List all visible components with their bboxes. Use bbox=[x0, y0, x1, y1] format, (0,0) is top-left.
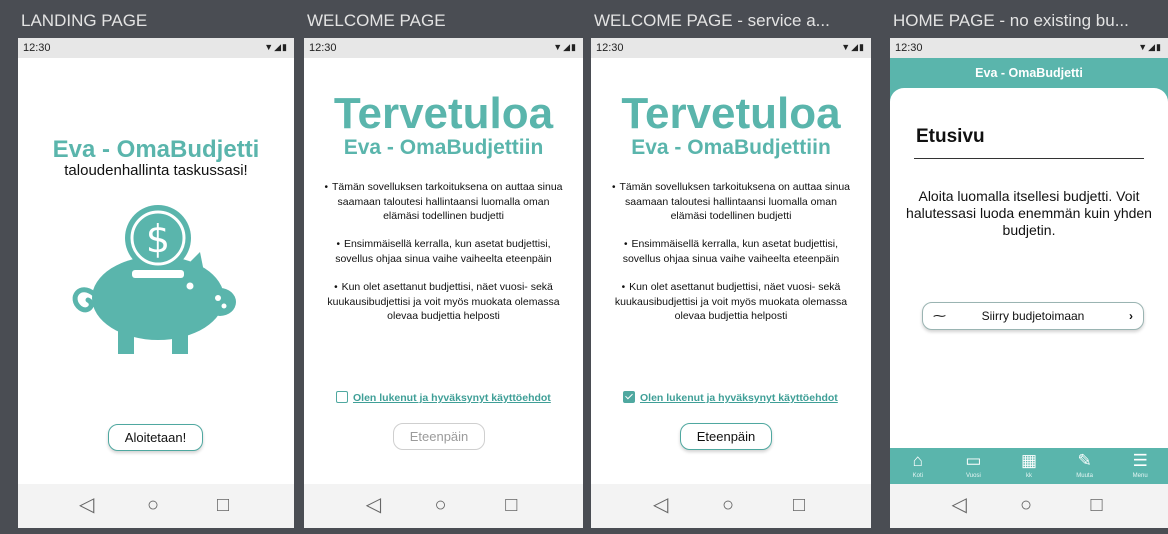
bullet-item: • Kun olet asettanut budjettisi, näet vuo… bbox=[614, 281, 848, 322]
signal-battery-icon: ▼◢▮ bbox=[553, 42, 577, 52]
recents-icon[interactable]: □ bbox=[793, 493, 805, 517]
phone-screen: 12:30 ▼◢▮ Tervetuloa Eva - OmaBudjettiin… bbox=[304, 38, 583, 528]
page-title: Etusivu bbox=[916, 126, 985, 147]
recents-icon[interactable]: □ bbox=[1091, 493, 1103, 517]
tab-label: Koti bbox=[912, 473, 923, 479]
back-icon[interactable]: ◁ bbox=[952, 493, 967, 517]
status-time: 12:30 bbox=[596, 42, 624, 54]
status-time: 12:30 bbox=[23, 42, 51, 54]
welcome-subtitle: Eva - OmaBudjettiin bbox=[343, 136, 544, 159]
welcome-title: Tervetuloa bbox=[333, 89, 554, 138]
start-budgeting-button[interactable]: ⁓ Siirry budjetoimaan › bbox=[922, 302, 1144, 330]
frame-welcome-accepted: WELCOME PAGE - service a... 12:30 ▼◢▮ Te… bbox=[591, 0, 873, 534]
info-bullets: • Tämän sovelluksen tarkoituksena on autt… bbox=[324, 180, 563, 337]
terms-link[interactable]: Olen lukenut ja hyväksynyt käyttöehdot bbox=[640, 392, 838, 404]
tab-vuosi[interactable]: ▭ Vuosi bbox=[946, 450, 1002, 480]
home-circle-icon[interactable]: ○ bbox=[435, 493, 447, 517]
welcome-subtitle: Eva - OmaBudjettiin bbox=[631, 136, 831, 159]
recents-icon[interactable]: □ bbox=[505, 493, 517, 517]
next-button[interactable]: Eteenpäin bbox=[680, 423, 772, 450]
menu-icon: ☰ bbox=[1132, 451, 1148, 470]
status-bar: 12:30 ▼◢▮ bbox=[304, 38, 583, 58]
frame-landing: LANDING PAGE 12:30 ▼◢▮ Eva - OmaBudjetti… bbox=[18, 0, 296, 534]
home-circle-icon[interactable]: ○ bbox=[722, 493, 734, 517]
terms-checkbox-row[interactable]: Olen lukenut ja hyväksynyt käyttöehdot bbox=[336, 391, 551, 404]
terms-checkbox-checked[interactable] bbox=[623, 391, 635, 403]
tab-label: Vuosi bbox=[965, 473, 981, 479]
tab-label: kk bbox=[1025, 473, 1032, 479]
phone-screen: 12:30 ▼◢▮ Eva - OmaBudjetti Etusivu Aloi… bbox=[890, 38, 1168, 528]
info-bullets: • Tämän sovelluksen tarkoituksena on autt… bbox=[611, 180, 851, 337]
start-budgeting-label: Siirry budjetoimaan bbox=[981, 309, 1085, 323]
signal-battery-icon: ▼◢▮ bbox=[841, 42, 865, 52]
next-button-disabled[interactable]: Eteenpäin bbox=[393, 423, 485, 450]
tab-koti[interactable]: ⌂ Koti bbox=[890, 450, 946, 480]
recents-icon[interactable]: □ bbox=[217, 493, 229, 517]
header-title: Eva - OmaBudjetti bbox=[975, 66, 1083, 80]
terms-checkbox-row[interactable]: Olen lukenut ja hyväksynyt käyttöehdot bbox=[623, 391, 838, 404]
signal-battery-icon: ▼◢▮ bbox=[264, 42, 288, 52]
calendar-icon: ▦ bbox=[1020, 451, 1038, 470]
tab-label: Menu bbox=[1132, 473, 1148, 479]
tab-menu[interactable]: ☰ Menu bbox=[1112, 450, 1168, 480]
bullet-item: • Ensimmäisellä kerralla, kun asetat budj… bbox=[335, 238, 552, 265]
home-icon: ⌂ bbox=[912, 451, 923, 470]
frame-label: LANDING PAGE bbox=[21, 11, 148, 30]
app-tagline: taloudenhallinta taskussasi! bbox=[64, 162, 248, 179]
phone-screen: 12:30 ▼◢▮ Eva - OmaBudjetti taloudenhall… bbox=[18, 38, 294, 528]
terms-checkbox[interactable] bbox=[336, 391, 348, 403]
terms-link[interactable]: Olen lukenut ja hyväksynyt käyttöehdot bbox=[353, 392, 551, 404]
bullet-item: • Ensimmäisellä kerralla, kun asetat budj… bbox=[622, 238, 840, 265]
svg-text:$: $ bbox=[146, 217, 170, 261]
status-bar: 12:30 ▼◢▮ bbox=[890, 38, 1168, 58]
android-nav-bar: ◁ ○ □ bbox=[890, 484, 1168, 528]
home-circle-icon[interactable]: ○ bbox=[1020, 493, 1032, 517]
app-title: Eva - OmaBudjetti bbox=[52, 136, 260, 163]
tab-muuta[interactable]: ✎ Muuta bbox=[1057, 450, 1113, 480]
edit-icon: ✎ bbox=[1077, 451, 1092, 470]
android-nav-bar: ◁ ○ □ bbox=[304, 484, 583, 528]
frame-home: HOME PAGE - no existing bu... 12:30 ▼◢▮ … bbox=[890, 0, 1168, 534]
bullet-item: • Kun olet asettanut budjettisi, näet vuo… bbox=[327, 281, 560, 322]
status-bar: 12:30 ▼◢▮ bbox=[591, 38, 871, 58]
frame-label: HOME PAGE - no existing bu... bbox=[893, 11, 1129, 30]
bullet-item: • Tämän sovelluksen tarkoituksena on autt… bbox=[611, 181, 851, 222]
empty-state-text: Aloita luomalla itsellesi budjetti. Voit… bbox=[906, 188, 1152, 238]
tab-label: Muuta bbox=[1076, 473, 1093, 479]
android-nav-bar: ◁ ○ □ bbox=[18, 484, 294, 528]
chevron-right-icon: › bbox=[1129, 309, 1133, 323]
home-circle-icon[interactable]: ○ bbox=[147, 493, 159, 517]
back-icon[interactable]: ◁ bbox=[79, 493, 94, 517]
clipboard-icon: ▭ bbox=[965, 451, 982, 470]
status-bar: 12:30 ▼◢▮ bbox=[18, 38, 294, 58]
android-nav-bar: ◁ ○ □ bbox=[591, 484, 871, 528]
frame-welcome: WELCOME PAGE 12:30 ▼◢▮ Tervetuloa Eva - … bbox=[304, 0, 584, 534]
phone-screen: 12:30 ▼◢▮ Tervetuloa Eva - OmaBudjettiin… bbox=[591, 38, 871, 528]
status-time: 12:30 bbox=[309, 42, 337, 54]
status-time: 12:30 bbox=[895, 42, 923, 54]
frame-label: WELCOME PAGE - service a... bbox=[594, 11, 830, 30]
frame-label: WELCOME PAGE bbox=[307, 11, 446, 30]
bottom-tab-bar: ⌂ Koti ▭ Vuosi ▦ kk ✎ Muuta ☰ Menu bbox=[890, 448, 1168, 484]
content-card: Etusivu Aloita luomalla itsellesi budjet… bbox=[890, 88, 1168, 484]
start-button[interactable]: Aloitetaan! bbox=[108, 424, 203, 451]
back-icon[interactable]: ◁ bbox=[366, 493, 381, 517]
piggy-bank-icon: $ bbox=[72, 205, 236, 354]
title-divider bbox=[914, 158, 1144, 159]
welcome-title: Tervetuloa bbox=[621, 89, 841, 138]
back-icon[interactable]: ◁ bbox=[653, 493, 668, 517]
tab-kk[interactable]: ▦ kk bbox=[1001, 450, 1057, 480]
signal-battery-icon: ▼◢▮ bbox=[1138, 42, 1162, 52]
bullet-item: • Tämän sovelluksen tarkoituksena on autt… bbox=[324, 181, 563, 222]
